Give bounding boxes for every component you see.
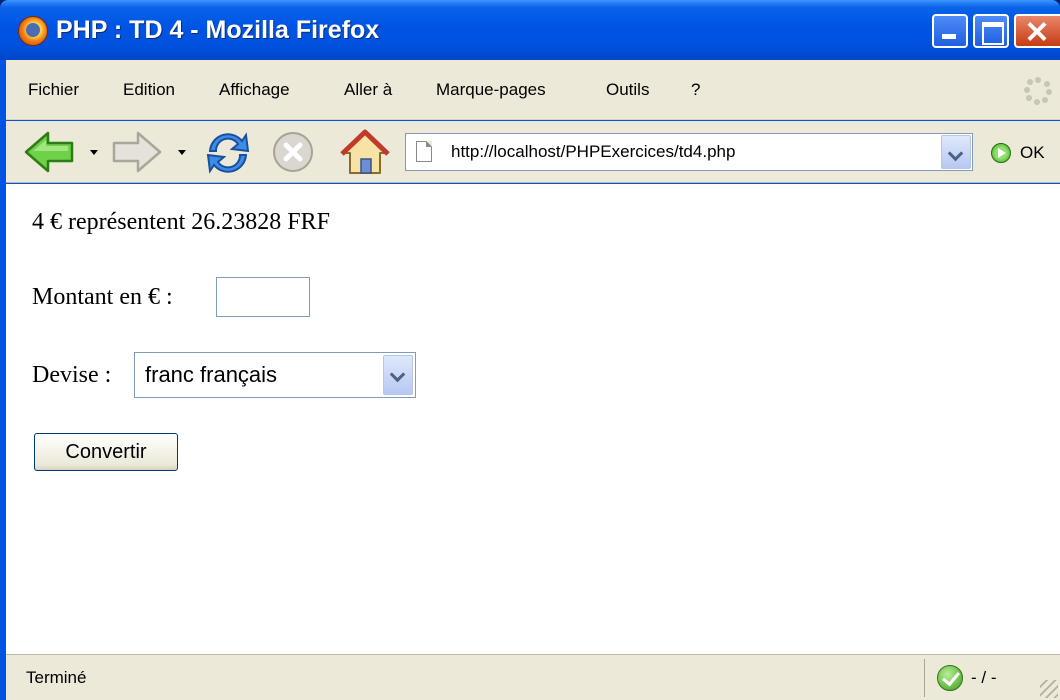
menu-fichier[interactable]: Fichier (28, 78, 79, 102)
window-title: PHP : TD 4 - Mozilla Firefox (56, 16, 380, 44)
url-text[interactable]: http://localhost/PHPExercices/td4.php (451, 134, 735, 170)
forward-history-dropdown[interactable] (178, 150, 186, 155)
menu-aller-a[interactable]: Aller à (344, 78, 392, 102)
menu-affichage[interactable]: Affichage (219, 78, 290, 102)
resize-grip-icon[interactable] (1040, 680, 1058, 698)
go-icon[interactable] (991, 143, 1011, 163)
convert-button[interactable]: Convertir (34, 433, 178, 471)
menu-edition[interactable]: Edition (123, 78, 175, 102)
menu-outils[interactable]: Outils (606, 78, 649, 102)
status-panel: - / - (924, 659, 1024, 697)
conversion-result: 4 € représentent 26.23828 FRF (32, 209, 330, 235)
maximize-button[interactable] (973, 14, 1009, 48)
amount-input[interactable] (216, 277, 310, 317)
minimize-button[interactable] (932, 14, 968, 48)
currency-selected-value: franc français (145, 362, 278, 387)
menu-bar: Fichier Edition Affichage Aller à Marque… (6, 60, 1060, 120)
page-content: 4 € représentent 26.23828 FRF Montant en… (6, 184, 1060, 654)
currency-label: Devise : (32, 362, 112, 388)
menu-marque-pages[interactable]: Marque-pages (436, 78, 546, 102)
checkmark-icon (937, 665, 963, 691)
page-icon (416, 141, 432, 162)
stop-icon[interactable] (270, 129, 316, 175)
title-bar: PHP : TD 4 - Mozilla Firefox (0, 0, 1060, 60)
navigation-toolbar: http://localhost/PHPExercices/td4.php OK (6, 121, 1060, 183)
home-icon[interactable] (340, 129, 390, 177)
amount-label: Montant en € : (32, 284, 173, 310)
firefox-icon (18, 16, 48, 46)
url-history-dropdown[interactable] (941, 135, 971, 169)
browser-window: PHP : TD 4 - Mozilla Firefox Fichier Edi… (0, 0, 1060, 700)
forward-arrow-icon[interactable] (110, 129, 164, 175)
chevron-down-icon[interactable] (383, 355, 413, 395)
status-bar: Terminé - / - (6, 654, 1060, 700)
currency-select[interactable]: franc français (134, 352, 416, 398)
back-arrow-icon[interactable] (22, 129, 78, 175)
status-text: Terminé (26, 668, 87, 687)
reload-icon[interactable] (202, 129, 254, 177)
address-bar[interactable]: http://localhost/PHPExercices/td4.php (405, 133, 973, 171)
throbber-icon (1024, 77, 1052, 105)
menu-help[interactable]: ? (691, 78, 700, 102)
back-history-dropdown[interactable] (90, 150, 98, 155)
go-button[interactable]: OK (1020, 141, 1045, 165)
close-button[interactable] (1014, 14, 1060, 48)
security-status: - / - (971, 668, 997, 687)
